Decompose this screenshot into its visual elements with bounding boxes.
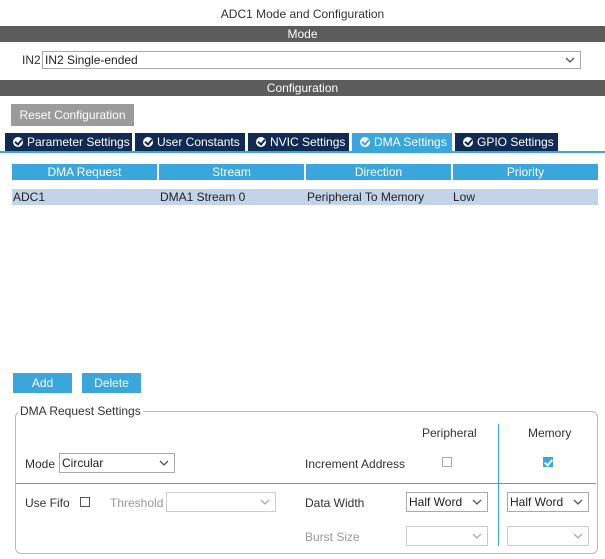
tab-underline bbox=[0, 151, 605, 153]
window-title: ADC1 Mode and Configuration bbox=[0, 0, 605, 27]
column-header-direction[interactable]: Direction bbox=[306, 164, 451, 180]
burst-size-peripheral-select[interactable] bbox=[406, 526, 488, 546]
cell-dma-request: ADC1 bbox=[13, 190, 46, 204]
chevron-down-icon bbox=[573, 499, 583, 505]
chevron-down-icon bbox=[159, 460, 169, 466]
tab-nvic-settings[interactable]: NVIC Settings bbox=[248, 133, 349, 151]
check-circle-icon bbox=[360, 137, 370, 147]
data-width-peripheral-value: Half Word bbox=[409, 495, 463, 509]
mode-section-header: Mode bbox=[0, 26, 605, 42]
tab-label: GPIO Settings bbox=[477, 135, 554, 149]
use-fifo-label: Use Fifo bbox=[25, 496, 70, 510]
chevron-down-icon bbox=[573, 533, 583, 539]
column-header-dma-request[interactable]: DMA Request bbox=[12, 164, 157, 180]
mode-select[interactable]: IN2 Single-ended bbox=[42, 51, 581, 69]
tab-label: DMA Settings bbox=[374, 135, 447, 149]
cell-priority: Low bbox=[453, 190, 476, 204]
data-width-peripheral-select[interactable]: Half Word bbox=[406, 492, 488, 512]
peripheral-column-header: Peripheral bbox=[422, 426, 477, 440]
data-width-label: Data Width bbox=[305, 496, 365, 510]
mode-label: Mode bbox=[25, 457, 56, 471]
chevron-down-icon bbox=[472, 533, 482, 539]
check-circle-icon bbox=[13, 137, 23, 147]
tab-gpio-settings[interactable]: GPIO Settings bbox=[455, 133, 558, 151]
table-row[interactable]: ADC1 DMA1 Stream 0 Peripheral To Memory … bbox=[12, 189, 598, 205]
dma-mode-select[interactable]: Circular bbox=[59, 453, 175, 473]
data-width-memory-value: Half Word bbox=[510, 495, 564, 509]
column-header-stream[interactable]: Stream bbox=[159, 164, 304, 180]
tab-label: Parameter Settings bbox=[27, 135, 130, 149]
delete-button[interactable]: Delete bbox=[82, 373, 141, 393]
check-circle-icon bbox=[143, 137, 153, 147]
increment-peripheral-checkbox[interactable] bbox=[442, 457, 452, 467]
configuration-section-header: Configuration bbox=[0, 80, 605, 96]
increment-address-label: Increment Address bbox=[305, 457, 406, 471]
dma-request-settings-legend: DMA Request Settings bbox=[18, 404, 143, 418]
chevron-down-icon bbox=[260, 499, 270, 505]
tab-dma-settings[interactable]: DMA Settings bbox=[352, 133, 452, 151]
column-header-priority[interactable]: Priority bbox=[453, 164, 598, 180]
add-button[interactable]: Add bbox=[13, 373, 72, 393]
cell-direction: Peripheral To Memory bbox=[307, 190, 425, 204]
threshold-label: Threshold bbox=[110, 496, 164, 510]
burst-size-memory-select[interactable] bbox=[507, 526, 589, 546]
dma-mode-value: Circular bbox=[62, 456, 104, 470]
tab-label: User Constants bbox=[157, 135, 240, 149]
tab-label: NVIC Settings bbox=[270, 135, 346, 149]
burst-size-label: Burst Size bbox=[305, 530, 360, 544]
chevron-down-icon bbox=[472, 499, 482, 505]
tab-user-constants[interactable]: User Constants bbox=[135, 133, 245, 151]
mode-field-label: IN2 bbox=[22, 53, 41, 67]
tab-parameter-settings[interactable]: Parameter Settings bbox=[5, 133, 132, 151]
threshold-select[interactable] bbox=[166, 492, 276, 512]
cell-stream: DMA1 Stream 0 bbox=[160, 190, 246, 204]
check-circle-icon bbox=[256, 137, 266, 147]
use-fifo-checkbox[interactable] bbox=[80, 497, 90, 507]
increment-memory-checkbox[interactable] bbox=[543, 457, 553, 467]
check-circle-icon bbox=[463, 137, 473, 147]
data-width-memory-select[interactable]: Half Word bbox=[507, 492, 589, 512]
memory-column-header: Memory bbox=[528, 426, 572, 440]
divider bbox=[16, 483, 596, 484]
reset-configuration-button[interactable]: Reset Configuration bbox=[11, 104, 134, 126]
chevron-down-icon bbox=[565, 57, 575, 63]
divider bbox=[498, 424, 499, 546]
mode-select-value: IN2 Single-ended bbox=[45, 53, 138, 67]
